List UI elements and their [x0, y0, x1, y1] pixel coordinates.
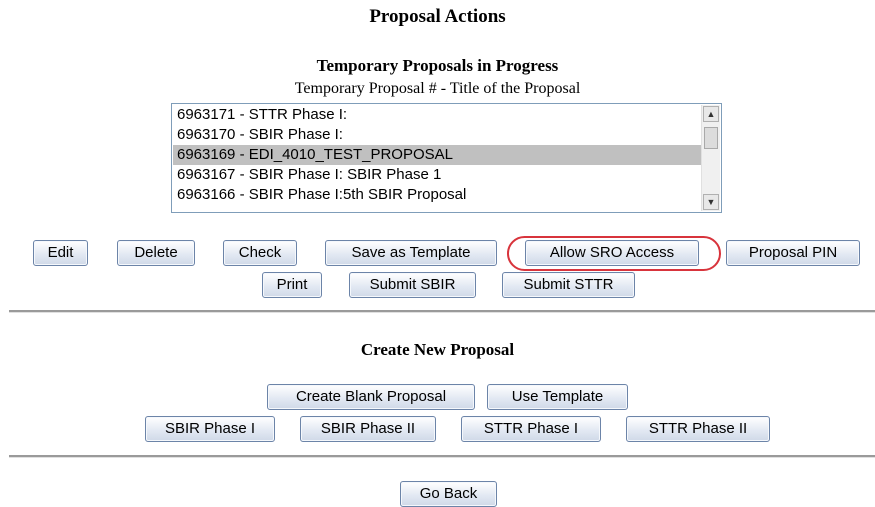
save-as-template-button[interactable]: Save as Template — [325, 240, 497, 266]
print-button[interactable]: Print — [262, 272, 322, 298]
list-item-selected[interactable]: 6963169 - EDI_4010_TEST_PROPOSAL — [173, 145, 701, 165]
temporary-proposals-listbox[interactable]: 6963171 - STTR Phase I: 6963170 - SBIR P… — [171, 103, 722, 213]
check-button[interactable]: Check — [223, 240, 297, 266]
allow-sro-access-button[interactable]: Allow SRO Access — [525, 240, 699, 266]
list-item[interactable]: 6963166 - SBIR Phase I:5th SBIR Proposal — [173, 185, 701, 205]
sttr-phase-ii-button[interactable]: STTR Phase II — [626, 416, 770, 442]
proposal-actions-page: Proposal Actions Temporary Proposals in … — [0, 0, 875, 507]
section-divider — [9, 310, 875, 313]
submit-sttr-button[interactable]: Submit STTR — [502, 272, 635, 298]
list-item[interactable]: 6963171 - STTR Phase I: — [173, 105, 701, 125]
scroll-down-arrow-icon[interactable]: ▼ — [703, 194, 719, 210]
listbox-scrollbar[interactable]: ▲ ▼ — [701, 105, 720, 211]
listbox-items: 6963171 - STTR Phase I: 6963170 - SBIR P… — [173, 105, 701, 205]
page-title: Proposal Actions — [369, 6, 506, 27]
edit-button[interactable]: Edit — [33, 240, 88, 266]
submit-sbir-button[interactable]: Submit SBIR — [349, 272, 476, 298]
create-new-proposal-heading: Create New Proposal — [360, 340, 515, 359]
list-item[interactable]: 6963170 - SBIR Phase I: — [173, 125, 701, 145]
proposal-list-column-header: Temporary Proposal # - Title of the Prop… — [294, 80, 581, 97]
sbir-phase-ii-button[interactable]: SBIR Phase II — [300, 416, 436, 442]
temporary-proposals-heading: Temporary Proposals in Progress — [316, 56, 559, 75]
section-divider — [9, 455, 875, 458]
sttr-phase-i-button[interactable]: STTR Phase I — [461, 416, 601, 442]
sbir-phase-i-button[interactable]: SBIR Phase I — [145, 416, 275, 442]
go-back-button[interactable]: Go Back — [400, 481, 497, 507]
scrollbar-thumb[interactable] — [704, 127, 718, 149]
list-item[interactable]: 6963167 - SBIR Phase I: SBIR Phase 1 — [173, 165, 701, 185]
proposal-pin-button[interactable]: Proposal PIN — [726, 240, 860, 266]
delete-button[interactable]: Delete — [117, 240, 195, 266]
create-blank-proposal-button[interactable]: Create Blank Proposal — [267, 384, 475, 410]
use-template-button[interactable]: Use Template — [487, 384, 628, 410]
scroll-up-arrow-icon[interactable]: ▲ — [703, 106, 719, 122]
